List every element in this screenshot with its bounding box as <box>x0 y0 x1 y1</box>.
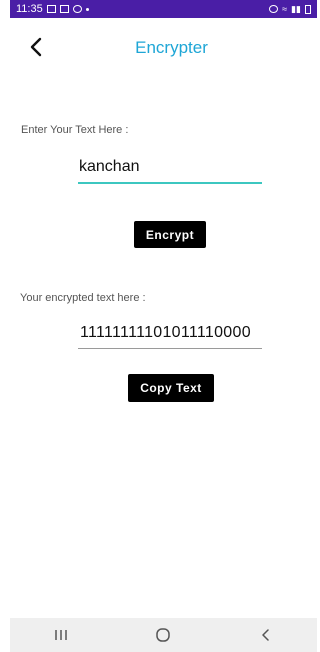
home-button[interactable] <box>143 618 183 652</box>
system-back-button[interactable] <box>246 618 286 652</box>
status-time: 11:35 <box>16 3 43 15</box>
status-left: 11:35 <box>16 3 89 15</box>
notification-dot-icon <box>85 7 89 11</box>
recents-icon <box>55 630 67 640</box>
gallery-icon <box>59 5 69 13</box>
input-label: Enter Your Text Here : <box>21 124 129 136</box>
game-icon <box>72 5 82 13</box>
copy-text-button[interactable]: Copy Text <box>128 374 214 402</box>
output-underline <box>78 348 262 349</box>
text-input-underline <box>78 182 262 184</box>
page-title: Encrypter <box>135 38 208 57</box>
text-input[interactable]: kanchan <box>79 158 140 176</box>
signal-icon: ▮▮ <box>291 3 301 14</box>
encrypt-button[interactable]: Encrypt <box>134 221 206 248</box>
wifi-icon: ≈ <box>282 4 288 14</box>
output-label: Your encrypted text here : <box>20 292 146 304</box>
app-bar: Encrypter <box>0 30 317 66</box>
nav-bar <box>10 618 317 652</box>
battery-icon <box>305 4 311 14</box>
screen-icon <box>46 5 56 13</box>
recents-button[interactable] <box>41 618 81 652</box>
alarm-icon <box>269 5 279 13</box>
encrypted-output[interactable]: 11111111101011110000 <box>80 324 251 342</box>
status-right: ≈ ▮▮ <box>269 4 311 15</box>
status-bar: 11:35 ≈ ▮▮ <box>10 0 317 18</box>
back-icon <box>262 629 269 641</box>
home-icon <box>156 628 171 642</box>
